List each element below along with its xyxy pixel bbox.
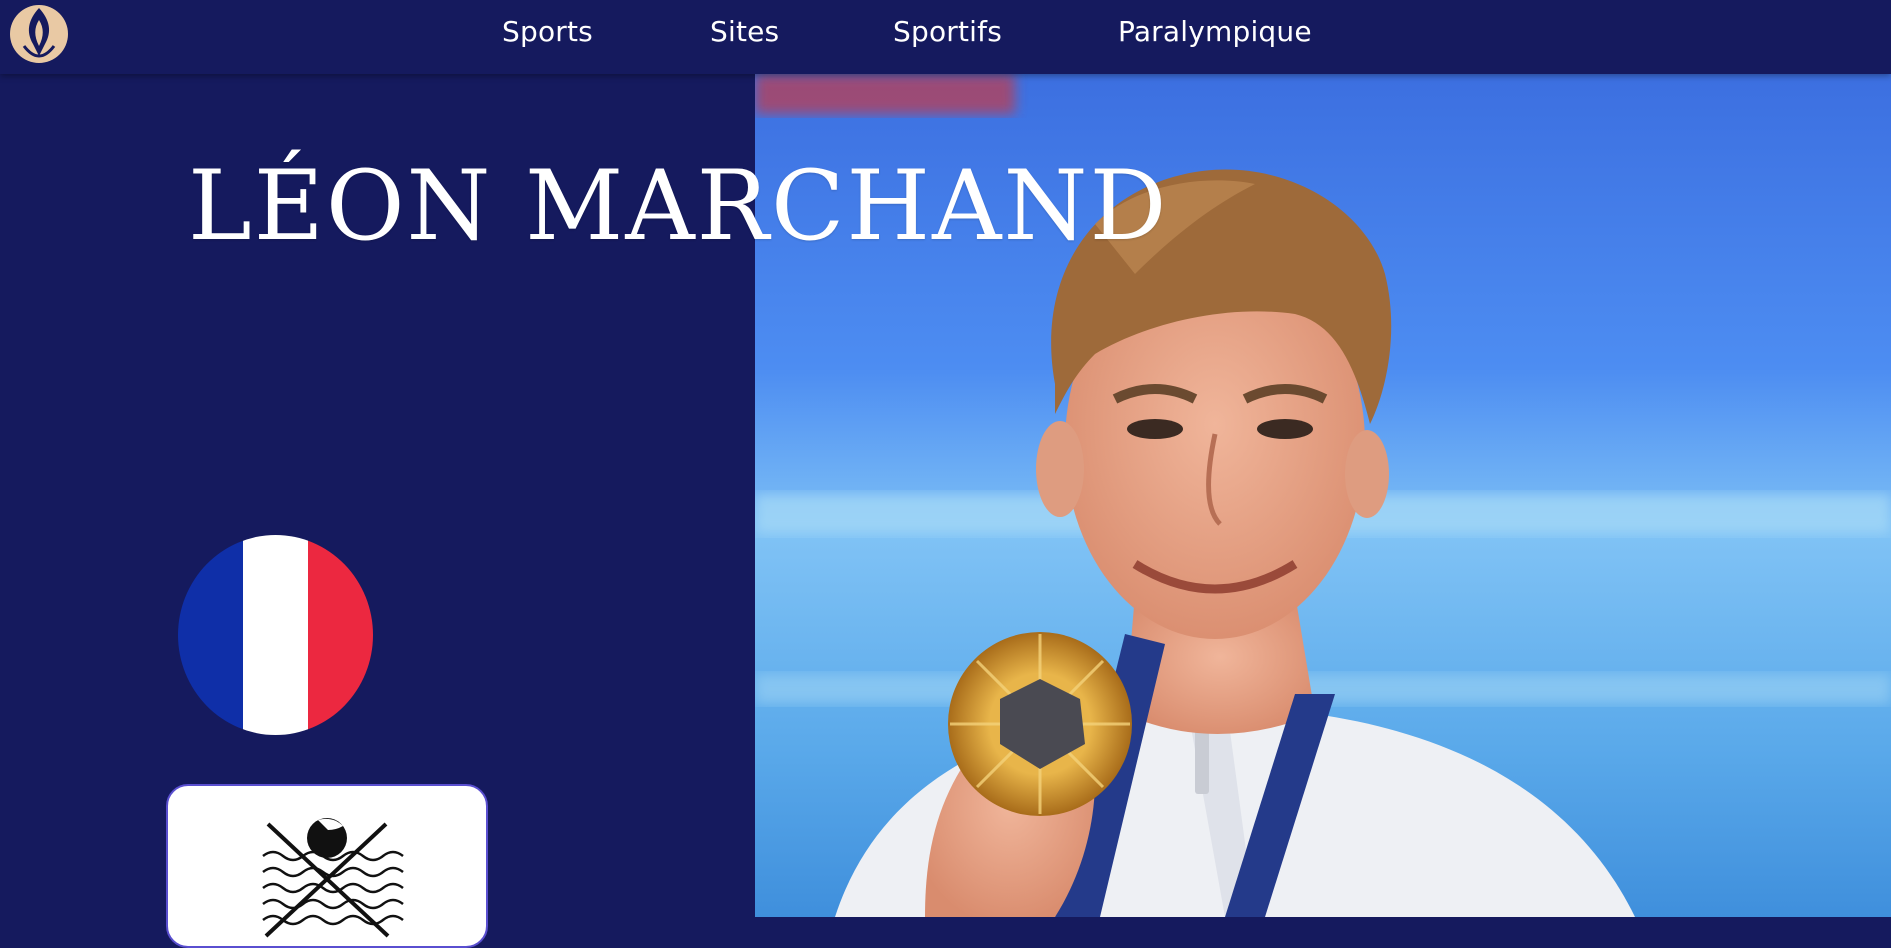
nav-item-sports[interactable]: Sports: [502, 15, 593, 48]
olympic-flame-logo-icon[interactable]: [6, 2, 72, 68]
france-flag-icon: [178, 535, 373, 735]
nav-item-sportifs[interactable]: Sportifs: [893, 15, 1002, 48]
nav-item-paralympique[interactable]: Paralympique: [1118, 15, 1312, 48]
sport-pictogram-card[interactable]: [166, 784, 488, 948]
swimming-pictogram-icon: [262, 818, 404, 938]
top-navigation-bar: Sports Sites Sportifs Paralympique: [0, 0, 1891, 74]
athlete-name-heading: LÉON MARCHAND: [188, 150, 1169, 262]
nav-item-sites[interactable]: Sites: [710, 15, 779, 48]
